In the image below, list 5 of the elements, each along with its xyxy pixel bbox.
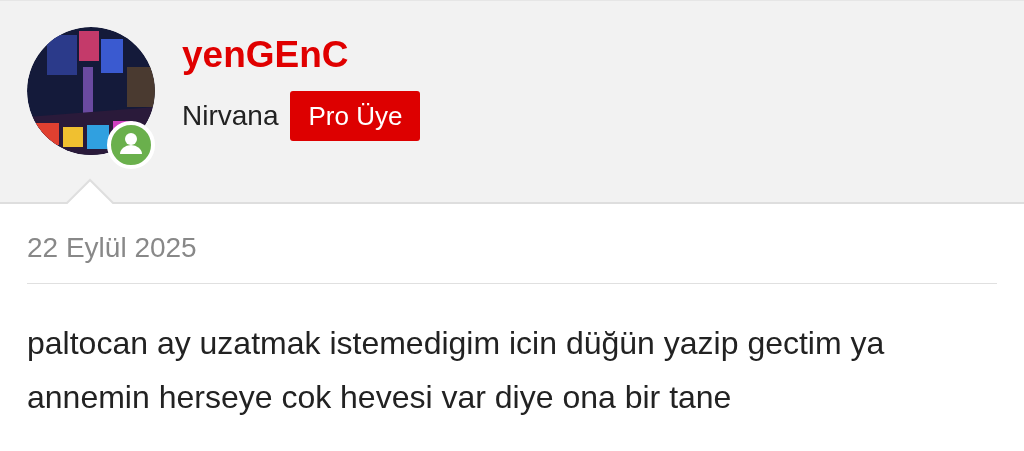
username[interactable]: yenGEnC — [182, 33, 421, 77]
user-rank: Nirvana — [182, 99, 279, 133]
user-badge: Pro Üye — [290, 91, 421, 141]
post-body: paltocan ay uzatmak istemedigim icin düğün yazip gectim ya annemin herseye cok hevesi var diye ona bir tane — [27, 324, 886, 417]
post-date: 22 Eylül 2025 — [27, 231, 197, 265]
